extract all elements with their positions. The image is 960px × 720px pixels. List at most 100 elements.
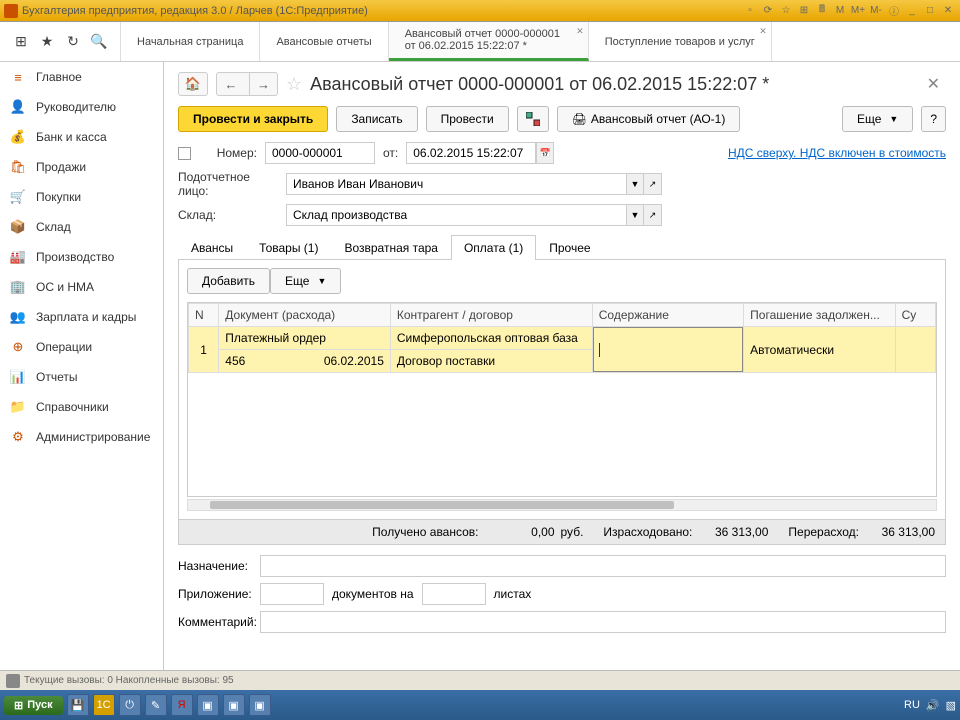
tab-advance-report-doc[interactable]: Авансовый отчет 0000-000001 от 06.02.201… [389,22,589,61]
post-button[interactable]: Провести [426,106,509,132]
taskbar-item-2[interactable]: 1C [93,694,115,716]
comment-input[interactable] [260,611,946,633]
tb-btn-3[interactable]: ☆ [778,4,794,18]
warehouse-input[interactable] [286,204,626,226]
sidebar-item-assets[interactable]: 🏢ОС и НМА [0,272,163,302]
sidebar-item-salary[interactable]: 👥Зарплата и кадры [0,302,163,332]
more-button[interactable]: Еще ▼ [842,106,913,132]
nds-link[interactable]: НДС сверху. НДС включен в стоимость [728,146,946,160]
taskbar-item-1[interactable]: 💾 [67,694,89,716]
taskbar-item-8[interactable]: ▣ [249,694,271,716]
taskbar-item-7[interactable]: ▣ [223,694,245,716]
start-button[interactable]: ⊞ Пуск [4,696,63,715]
attach-docs-input[interactable] [260,583,324,605]
tb-btn-1[interactable]: ▫ [742,4,758,18]
tab-other[interactable]: Прочее [536,235,603,260]
cell-counterparty[interactable]: Симферопольская оптовая база [390,327,592,350]
grid-more-button[interactable]: Еще ▼ [270,268,341,294]
history-icon[interactable]: ↻ [64,33,82,51]
sidebar-item-sales[interactable]: 🛍Продажи [0,152,163,182]
cell-n[interactable]: 1 [189,327,219,373]
close-document-button[interactable]: ✕ [921,74,946,94]
tb-btn-m[interactable]: M [832,4,848,18]
taskbar-item-5[interactable]: Я [171,694,193,716]
tab-advances[interactable]: Авансы [178,235,246,260]
cell-doc-type[interactable]: Платежный ордер [219,327,391,350]
taskbar-item-4[interactable]: ✎ [145,694,167,716]
add-row-button[interactable]: Добавить [187,268,270,294]
tray-icon-2[interactable]: ▧ [946,699,956,712]
col-content[interactable]: Содержание [592,304,743,327]
tray-icon[interactable]: 🔊 [926,699,940,712]
doc-num: 456 [225,354,275,368]
open-icon[interactable]: ↗ [644,204,662,226]
cell-content[interactable] [592,327,743,373]
tb-btn-2[interactable]: ⟳ [760,4,776,18]
tb-btn-mminus[interactable]: M- [868,4,884,18]
cell-contract[interactable]: Договор поставки [390,350,592,373]
dropdown-icon[interactable]: ▼ [626,204,644,226]
sidebar-item-main[interactable]: ≡Главное [0,62,163,92]
favorite-icon[interactable]: ☆ [286,74,302,95]
cell-payoff[interactable]: Автоматически [744,327,895,373]
cell-sum[interactable] [895,327,935,373]
home-button[interactable]: 🏠 [179,73,207,95]
col-n[interactable]: N [189,304,219,327]
posted-checkbox[interactable] [178,147,191,160]
help-button[interactable]: ? [921,106,946,132]
col-counterparty[interactable]: Контрагент / договор [390,304,592,327]
apps-icon[interactable]: ⊞ [12,33,30,51]
col-payoff[interactable]: Погашение задолжен... [744,304,895,327]
sidebar-item-warehouse[interactable]: 📦Склад [0,212,163,242]
taskbar-item-3[interactable]: ⏻ [119,694,141,716]
sidebar-item-operations[interactable]: ⊕Операции [0,332,163,362]
attach-pages-input[interactable] [422,583,486,605]
horizontal-scrollbar[interactable] [187,499,937,511]
sidebar-item-label: Склад [36,220,71,234]
search-icon[interactable]: 🔍 [90,33,108,51]
close-button[interactable]: ✕ [940,4,956,18]
cell-doc-numdate[interactable]: 456 06.02.2015 [219,350,391,373]
minimize-button[interactable]: _ [904,4,920,18]
tab-returnable[interactable]: Возвратная тара [331,235,451,260]
sidebar-item-admin[interactable]: ⚙Администрирование [0,422,163,452]
dropdown-icon[interactable]: ▼ [626,173,644,195]
calendar-icon[interactable]: 📅 [536,142,554,164]
person-input[interactable] [286,173,626,195]
tb-btn-mplus[interactable]: M+ [850,4,866,18]
sidebar-item-bank[interactable]: 💰Банк и касса [0,122,163,152]
lang-indicator[interactable]: RU [904,699,920,711]
tab-payment[interactable]: Оплата (1) [451,235,536,260]
forward-button[interactable]: → [249,73,277,95]
save-button[interactable]: Записать [336,106,417,132]
sidebar-item-refs[interactable]: 📁Справочники [0,392,163,422]
dt-kt-button[interactable] [517,106,549,132]
scrollbar-thumb[interactable] [210,501,674,509]
purpose-input[interactable] [260,555,946,577]
sidebar-item-purchases[interactable]: 🛒Покупки [0,182,163,212]
sidebar-item-manager[interactable]: 👤Руководителю [0,92,163,122]
print-button[interactable]: 🖨 Авансовый отчет (АО-1) [557,106,741,132]
col-sum[interactable]: Су [895,304,935,327]
help-icon[interactable]: ⓘ [886,4,902,18]
close-icon[interactable]: ✕ [759,26,767,37]
sidebar-item-production[interactable]: 🏭Производство [0,242,163,272]
maximize-button[interactable]: □ [922,4,938,18]
open-icon[interactable]: ↗ [644,173,662,195]
tb-btn-5[interactable]: 🖩 [814,4,830,18]
number-input[interactable] [265,142,375,164]
sidebar-item-reports[interactable]: 📊Отчеты [0,362,163,392]
tab-goods-receipt[interactable]: Поступление товаров и услуг ✕ [589,22,772,61]
col-doc[interactable]: Документ (расхода) [219,304,391,327]
post-and-close-button[interactable]: Провести и закрыть [178,106,328,132]
tab-goods[interactable]: Товары (1) [246,235,331,260]
back-button[interactable]: ← [217,73,245,95]
date-input[interactable] [406,142,536,164]
tab-home[interactable]: Начальная страница [121,22,260,61]
close-icon[interactable]: ✕ [576,26,584,37]
tab-advance-reports[interactable]: Авансовые отчеты [260,22,388,61]
star-icon[interactable]: ★ [38,33,56,51]
tb-btn-4[interactable]: ⊞ [796,4,812,18]
table-row[interactable]: 1 Платежный ордер Симферопольская оптова… [189,327,936,350]
taskbar-item-6[interactable]: ▣ [197,694,219,716]
